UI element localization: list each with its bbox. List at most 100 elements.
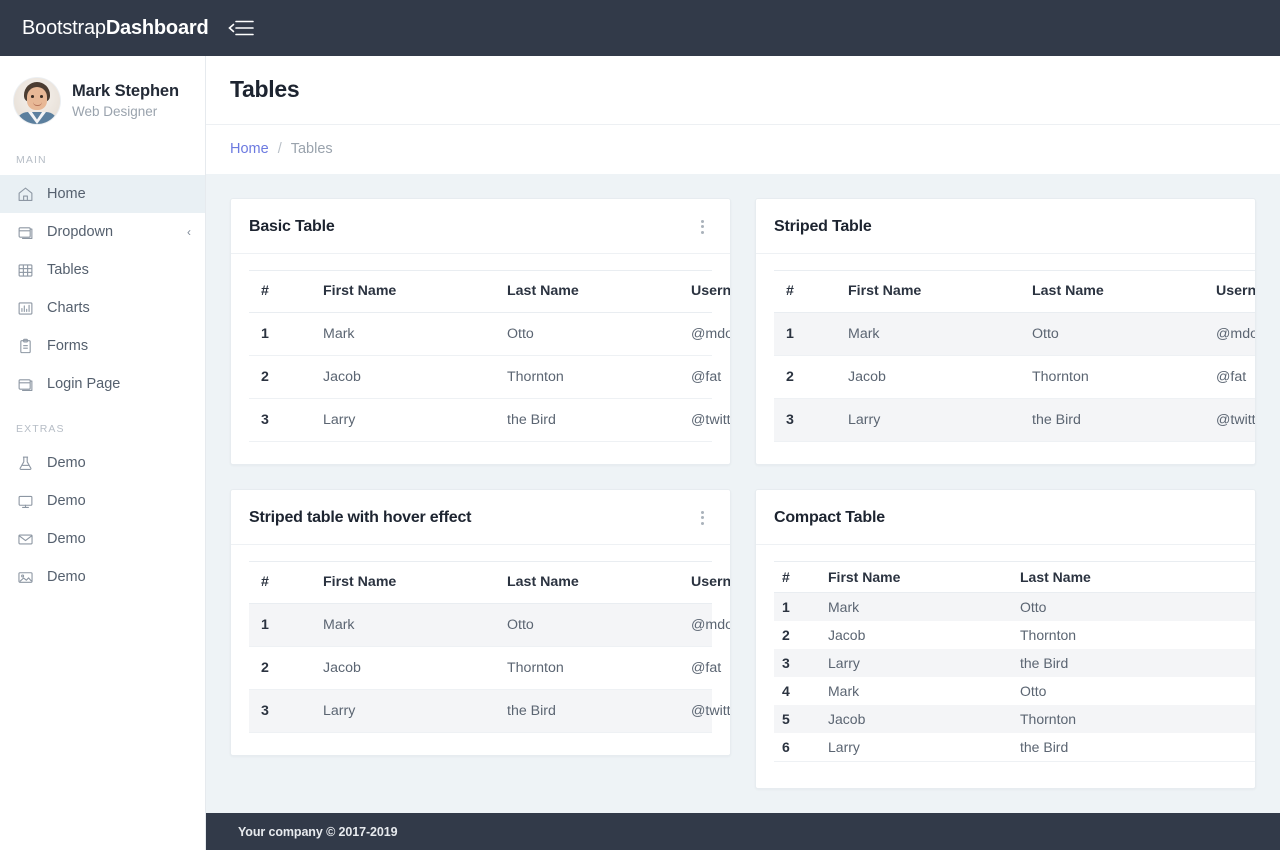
sidebar-item-forms[interactable]: Forms [0,327,205,365]
column-header: Username [1204,270,1255,313]
sidebar-item-label: Home [47,185,86,202]
card-col-striped: Striped Table # First Name Last Name Use… [743,198,1256,489]
column-header: # [249,561,311,604]
cell-first-name: Jacob [311,355,495,399]
cell-first-name: Jacob [836,355,1020,399]
cell-index: 4 [782,683,790,699]
table-row[interactable]: 1 Mark Otto @mdo [249,603,730,647]
sidebar-profile: Mark Stephen Web Designer [0,56,205,144]
cards-grid: Basic Table # First Name Last Name Usern… [206,174,1280,837]
cell-index: 1 [249,603,311,647]
cell-first-name: Mark [828,683,860,699]
sidebar-toggle-icon[interactable] [226,16,256,40]
card-body: # First Name Last Name Username 1 Mark O… [231,545,730,755]
cell-last-name: Thornton [1012,705,1255,733]
sidebar-item-demo-monitor[interactable]: Demo [0,482,205,520]
cell-index: 2 [249,355,311,399]
table-row: 3 Larry the Bird @twitter [774,398,1255,442]
breadcrumb-home-link[interactable]: Home [230,141,269,157]
table-row: 2 Jacob Thornton @fat [249,355,721,399]
cell-last-name: Otto [1012,592,1255,621]
table-header-row: # First Name Last Name Username [774,561,1255,593]
table-row: 3 Larry the Bird @twitter [249,398,730,442]
card-header: Basic Table [231,199,730,254]
table-row[interactable]: 2 Jacob Thornton @fat [249,646,721,690]
monitor-icon [16,492,35,511]
cell-username: @mdo [1204,312,1255,356]
profile-name: Mark Stephen [72,82,179,100]
cell-username: @twitter [679,398,730,442]
card-body: # First Name Last Name Username 1 Mark O… [756,254,1255,464]
cell-last-name: Otto [495,603,679,647]
sidebar-item-home[interactable]: Home [0,175,205,213]
column-header: Username [679,270,730,313]
card-title: Compact Table [774,509,885,526]
profile-role: Web Designer [72,104,158,119]
card-header: Compact Table [756,490,1255,545]
table-grid-icon [16,261,35,280]
sidebar-item-label: Charts [47,299,90,316]
card-striped-table: Striped Table # First Name Last Name Use… [755,198,1256,465]
sidebar-item-login-page[interactable]: Login Page [0,365,205,403]
card-title: Striped Table [774,218,872,235]
cell-last-name: Thornton [1020,627,1077,643]
table-row[interactable]: 3 Larry the Bird @twitter [249,689,730,733]
brand-logo[interactable]: BootstrapDashboard [22,16,209,40]
cell-last-name: the Bird [1012,733,1255,762]
sidebar: Mark Stephen Web Designer MAIN Home Drop… [0,56,206,850]
table-row: 2 Jacob Thornton @fat [774,355,1255,399]
striped-hover-table: # First Name Last Name Username 1 Mark O… [249,561,730,733]
sidebar-item-label: Forms [47,337,89,354]
striped-table: # First Name Last Name Username 1 Mark O… [774,270,1255,442]
sidebar-item-charts[interactable]: Charts [0,289,205,327]
cell-index: 6 [774,733,820,762]
envelope-icon [16,530,35,549]
clipboard-icon [16,337,35,356]
page-header: Tables [206,56,1280,125]
sidebar-item-label: Demo [47,568,86,585]
cell-username: @twitter [1204,398,1255,442]
cell-last-name: the Bird [495,689,679,733]
column-header: First Name [836,270,1020,313]
window-icon [16,375,35,394]
cell-username: @fat [679,646,721,690]
table-row: 4 Mark Otto @mdo [774,677,1255,705]
kebab-menu-icon[interactable] [694,218,710,236]
page-footer: Your company © 2017-2019 [206,813,1280,850]
cell-last-name: Thornton [495,646,679,690]
cell-last-name: Otto [1020,683,1047,699]
sidebar-item-demo-flask[interactable]: Demo [0,444,205,482]
column-header: Username [679,561,730,604]
column-header: Last Name [495,561,679,604]
cell-first-name: Larry [820,733,1012,762]
sidebar-heading-extras: EXTRAS [16,423,65,435]
column-header: Last Name [495,270,679,313]
sidebar-item-tables[interactable]: Tables [0,251,205,289]
brand-logo-bold: Dashboard [105,16,209,39]
breadcrumb-current: Tables [290,141,333,157]
sidebar-item-dropdown[interactable]: Dropdown ‹ [0,213,205,251]
cell-index: 3 [249,689,311,733]
sidebar-item-demo-mail[interactable]: Demo [0,520,205,558]
cell-last-name: the Bird [495,398,679,442]
cell-first-name: Jacob [820,705,1012,733]
cell-last-name: Otto [495,312,679,356]
table-row: 1 Mark Otto @mdo [774,312,1255,356]
sidebar-item-demo-image[interactable]: Demo [0,558,205,596]
cell-username: @mdo [679,312,730,356]
cell-first-name: Mark [311,603,495,647]
footer-copyright: Your company © 2017-2019 [238,824,398,839]
column-header: First Name [311,561,495,604]
table-header-row: # First Name Last Name Username [249,270,730,313]
cell-first-name: Jacob [828,627,866,643]
cell-last-name: the Bird [1020,398,1204,442]
kebab-menu-icon[interactable] [694,509,710,527]
cell-last-name: Otto [1020,312,1204,356]
cell-first-name: Mark [836,312,1020,356]
dashboard-app: BootstrapDashboard Mark Stephen Web Desi… [0,0,1280,850]
cell-last-name: Thornton [1020,355,1204,399]
card-header: Striped Table [756,199,1255,254]
sidebar-item-label: Demo [47,530,86,547]
column-header: First Name [311,270,495,313]
card-col-compact: Compact Table # First Name Last Name Use… [743,489,1256,813]
